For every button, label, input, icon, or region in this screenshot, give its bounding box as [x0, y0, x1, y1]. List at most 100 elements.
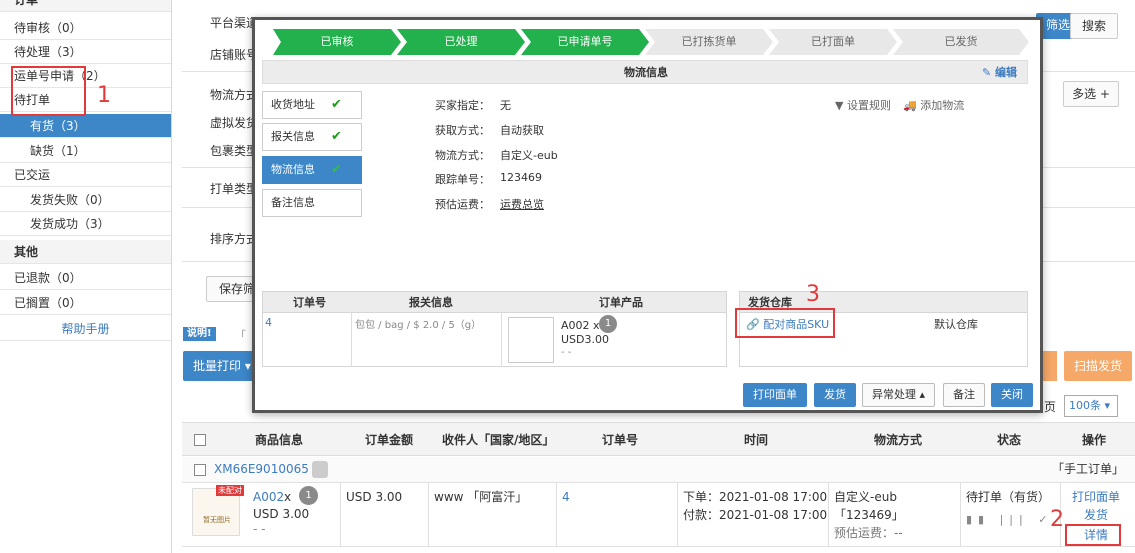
annotation-box-2	[1065, 524, 1121, 546]
pay-time: 付款：2021-01-08 17:00	[683, 508, 828, 522]
product-times: x	[284, 490, 292, 504]
annotation-number-3: 3	[806, 282, 820, 307]
exception-handling-button[interactable]: 异常处理 ▴	[862, 383, 936, 407]
tab-shipping-address[interactable]: 收货地址 ✔	[262, 91, 362, 119]
filter-sort-label: 排序方式	[210, 232, 259, 246]
check-icon: ✔	[331, 129, 342, 144]
annotation-number-1: 1	[97, 83, 111, 108]
step-label-printed: 已打面单	[769, 29, 897, 55]
logistics-method-label: 物流方式：	[435, 149, 490, 162]
table-row: 暂无图片 未配对 A002 x 1 USD 3.00 - - USD 3.00 …	[182, 483, 1135, 547]
status-tool-icons[interactable]: ▮▮ ||| ✓	[966, 511, 1053, 528]
edit-icon: ✎	[981, 66, 995, 79]
step-processed: 已处理	[397, 29, 525, 55]
col-product-info: 商品信息	[255, 433, 304, 447]
logistics-method-link[interactable]: 自定义-eub	[500, 147, 558, 163]
tab-logistics-info[interactable]: 物流信息 ✔	[262, 156, 362, 184]
order-amount-value: USD 3.00	[346, 490, 403, 504]
order-detail-modal: 已审核 已处理 已申请单号 已打拣货单 已打面单 已发货 物流信息 ✎ 编辑 收…	[252, 17, 1043, 413]
order-id-link[interactable]: 4	[562, 489, 570, 506]
modal-col-divider	[501, 313, 502, 367]
order-type-label: 「手工订单」	[1052, 462, 1125, 476]
col-divider	[677, 483, 678, 547]
order-time: 下单：2021-01-08 17:00	[683, 490, 828, 504]
ship-button[interactable]: 发货	[814, 383, 856, 407]
logistics-section-header: 物流信息 ✎ 编辑	[262, 60, 1028, 84]
annotation-number-2: 2	[1050, 507, 1064, 532]
check-icon: ✔	[331, 162, 342, 177]
order-flag-icon[interactable]	[312, 461, 328, 478]
note-tag: 说明!	[183, 327, 216, 341]
step-reviewed: 已审核	[273, 29, 401, 55]
batch-print-button[interactable]: 批量打印 ▾	[183, 351, 261, 381]
step-applied-number: 已申请单号	[521, 29, 649, 55]
annotation-box-3	[735, 308, 835, 338]
col-divider	[428, 483, 429, 547]
col-order-no: 订单号	[602, 433, 639, 447]
modal-col-customs: 报关信息	[409, 296, 453, 309]
sidebar-item-ship-success[interactable]: 发货成功（3）	[0, 212, 171, 236]
filter-shop-label: 店铺账号	[210, 48, 259, 62]
modal-col-order-no: 订单号	[293, 296, 326, 309]
sidebar-item-pending-process[interactable]: 待处理（3）	[0, 40, 171, 64]
modal-customs-value: 包包 / bag / $ 2.0 / 5（g）	[355, 320, 482, 331]
sidebar-section-orders: 订单	[0, 0, 171, 12]
modal-product-image	[508, 317, 554, 363]
modal-col-product: 订单产品	[599, 296, 643, 309]
multi-select-button[interactable]: 多选 +	[1063, 81, 1119, 107]
tab-remarks[interactable]: 备注信息	[262, 189, 362, 217]
receiver-value: www 「阿富汗」	[434, 490, 528, 504]
select-all-checkbox[interactable]	[194, 434, 206, 446]
tracking-value: 「123469」	[834, 508, 904, 522]
product-sku-link[interactable]: A002	[253, 489, 284, 506]
edit-button[interactable]: ✎ 编辑	[982, 61, 1017, 85]
modal-table-row: 4 包包 / bag / $ 2.0 / 5（g） A002 x 1 USD3.…	[262, 313, 727, 367]
annotation-box-1	[11, 66, 86, 116]
modal-product-price: USD3.00	[561, 333, 609, 346]
ship-action[interactable]: 发货	[1084, 507, 1108, 524]
tracking-number-value: 123469	[500, 171, 542, 184]
sidebar-item-out-of-stock[interactable]: 缺货（1）	[0, 139, 171, 163]
product-qty-badge: 1	[299, 486, 318, 505]
buyer-specified-value: 无	[500, 99, 511, 112]
sidebar-item-refunded[interactable]: 已退款（0）	[0, 266, 171, 290]
col-receiver: 收件人「国家/地区」	[442, 433, 555, 447]
check-icon: ✔	[331, 97, 342, 112]
product-dash: - -	[253, 522, 266, 536]
order-checkbox[interactable]	[194, 464, 206, 476]
per-page-select[interactable]: 100条 ▾	[1064, 395, 1118, 417]
search-button[interactable]: 搜索	[1070, 13, 1118, 39]
remark-button[interactable]: 备注	[943, 383, 985, 407]
tab-customs-info[interactable]: 报关信息 ✔	[262, 123, 362, 151]
modal-order-no-link[interactable]: 4	[265, 316, 272, 329]
print-label-action[interactable]: 打印面单	[1072, 489, 1120, 506]
set-rule-button[interactable]: ▼ 设置规则	[835, 97, 891, 113]
sidebar-item-pending-review[interactable]: 待审核（0）	[0, 16, 171, 40]
col-time: 时间	[744, 433, 769, 447]
sidebar-item-shipped[interactable]: 已交运	[0, 163, 171, 187]
progress-steps: 已审核 已处理 已申请单号 已打拣货单 已打面单 已发货	[273, 29, 1033, 55]
default-warehouse: 默认仓库	[934, 318, 978, 331]
freight-overview-link[interactable]: 运费总览	[500, 196, 544, 212]
modal-col-divider	[351, 313, 352, 367]
scan-ship-button[interactable]: 扫描发货	[1064, 351, 1133, 381]
col-status: 状态	[997, 433, 1022, 447]
close-button[interactable]: 关闭	[991, 383, 1033, 407]
filter-virtual-label: 虚拟发货	[210, 116, 259, 130]
sidebar-item-ship-failed[interactable]: 发货失败（0）	[0, 188, 171, 212]
buyer-specified-label: 买家指定：	[435, 99, 490, 112]
add-logistics-button[interactable]: 🚚 添加物流	[903, 97, 964, 113]
sidebar-item-on-hold[interactable]: 已搁置（0）	[0, 291, 171, 315]
print-label-button[interactable]: 打印面单	[743, 383, 807, 407]
sidebar-item-in-stock[interactable]: 有货（3）	[0, 114, 171, 138]
sidebar-section-other: 其他	[0, 240, 171, 264]
filter-logistics-label: 物流方式	[210, 88, 259, 102]
unmatched-badge: 未配对	[216, 485, 244, 496]
col-divider	[960, 483, 961, 547]
filter-print-label: 打单类型	[210, 182, 259, 196]
col-order-amount: 订单金额	[365, 433, 414, 447]
orange-button-edge[interactable]	[1043, 351, 1057, 381]
order-number-link[interactable]: XM66E9010065	[214, 461, 309, 478]
sidebar-help-manual[interactable]: 帮助手册	[0, 317, 171, 341]
col-divider	[556, 483, 557, 547]
